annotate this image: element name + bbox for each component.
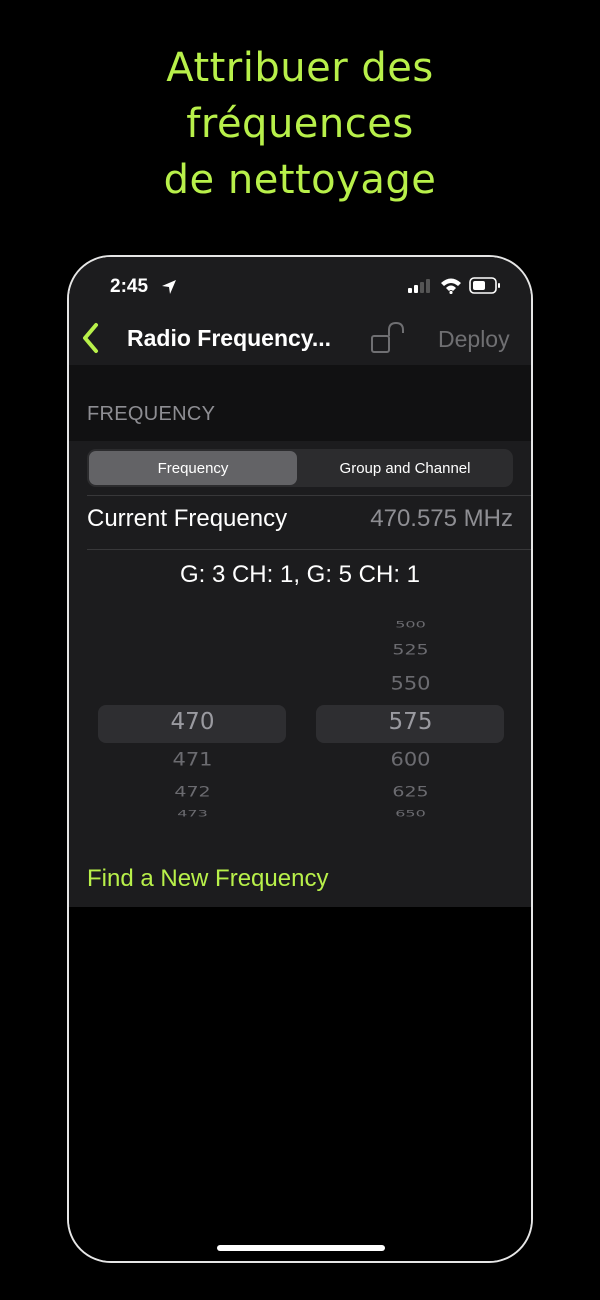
picker-item[interactable]: 500 — [317, 619, 504, 629]
picker-item[interactable]: 525 — [317, 642, 504, 659]
nav-title: Radio Frequency... — [127, 325, 332, 351]
current-frequency-label: Current Frequency — [87, 505, 288, 532]
current-frequency-value: 470.575 MHz — [370, 505, 513, 532]
battery-icon — [469, 277, 500, 294]
status-bar: 2:45 — [69, 257, 531, 313]
picker-item[interactable]: 625 — [317, 784, 504, 801]
mode-segmented-control: Frequency Group and Channel — [87, 449, 513, 487]
location-arrow-icon — [162, 280, 176, 294]
picker-item[interactable]: 471 — [99, 748, 286, 770]
headline-line-2: fréquences — [186, 101, 414, 147]
segment-group-channel[interactable]: Group and Channel — [299, 451, 511, 485]
headline-line-1: Attribuer des — [166, 45, 434, 91]
status-time: 2:45 — [110, 276, 149, 297]
section-header: FREQUENCY — [69, 365, 531, 441]
wifi-icon — [441, 278, 461, 294]
content-area: FREQUENCY Frequency Group and Channel Cu… — [69, 365, 531, 1261]
picker-item[interactable]: 650 — [317, 808, 504, 818]
picker-item[interactable]: 470 — [99, 709, 286, 735]
mhz-picker[interactable]: 470 471 472 473 — [99, 617, 286, 827]
picker-item[interactable]: 600 — [317, 748, 504, 770]
frequency-group: Frequency Group and Channel Current Freq… — [69, 441, 531, 907]
unlocked-lock-icon[interactable] — [369, 321, 407, 355]
headline-line-3: de nettoyage — [163, 157, 437, 203]
segment-frequency[interactable]: Frequency — [89, 451, 297, 485]
chevron-left-icon[interactable] — [79, 321, 103, 355]
promo-headline: Attribuer des fréquences de nettoyage — [0, 40, 600, 208]
picker-item[interactable]: 473 — [99, 808, 286, 818]
section-label: FREQUENCY — [87, 403, 216, 425]
cellular-signal-icon — [408, 279, 430, 293]
deploy-button[interactable]: Deploy — [438, 326, 510, 353]
channel-summary: G: 3 CH: 1, G: 5 CH: 1 — [179, 561, 421, 588]
picker-item[interactable]: 575 — [317, 709, 504, 735]
phone-frame: 2:45 Radio Frequency... Deploy FREQUENCY… — [67, 255, 533, 1263]
divider — [87, 495, 531, 496]
khz-picker[interactable]: 500 525 550 575 600 625 650 — [317, 617, 504, 827]
picker-item[interactable]: 550 — [317, 672, 504, 694]
picker-item[interactable]: 472 — [99, 784, 286, 801]
find-new-frequency-link[interactable]: Find a New Frequency — [87, 865, 328, 893]
divider — [87, 549, 531, 550]
home-indicator — [217, 1245, 385, 1251]
navigation-bar: Radio Frequency... Deploy — [69, 313, 531, 365]
